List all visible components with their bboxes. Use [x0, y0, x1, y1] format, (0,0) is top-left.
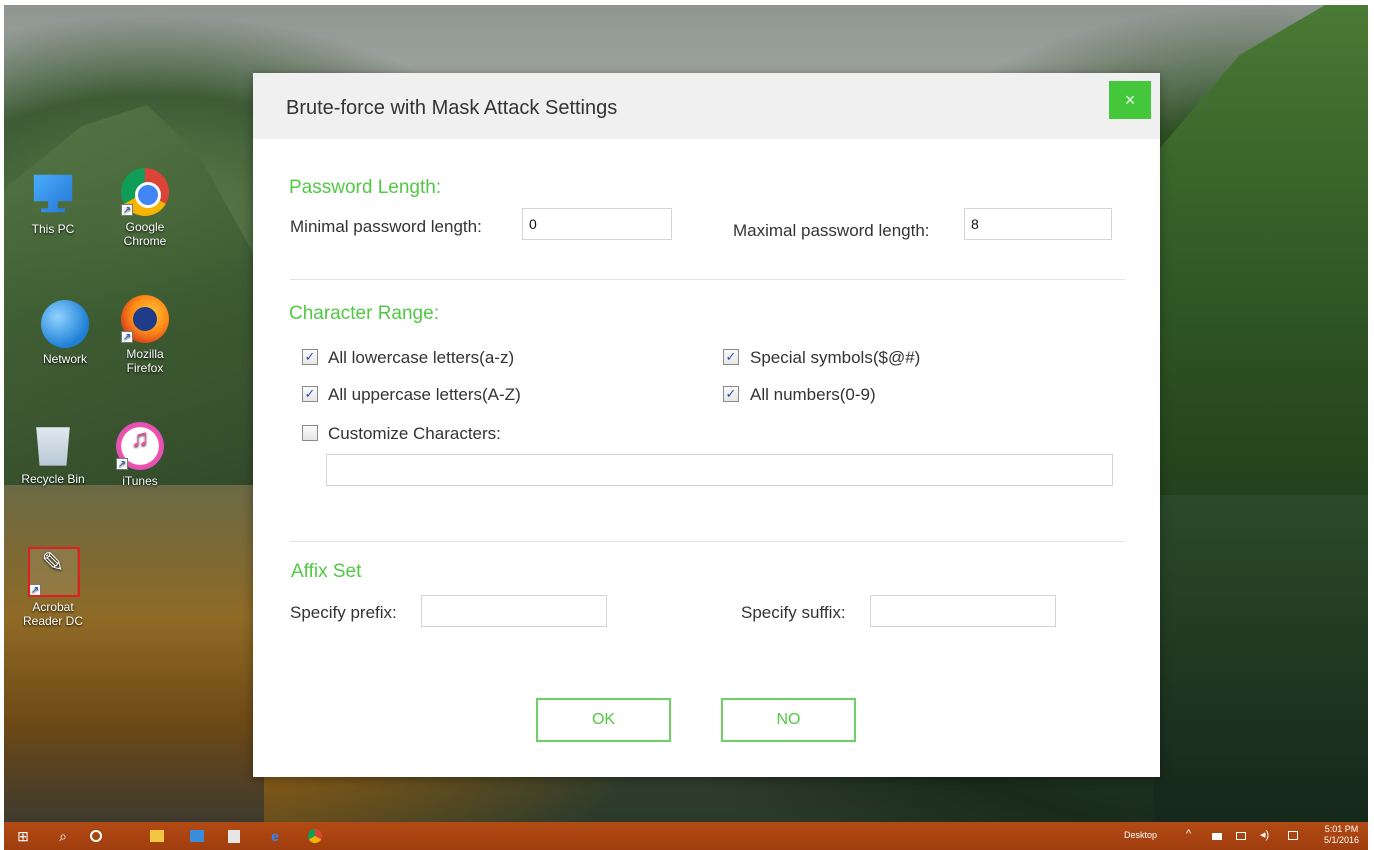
clock-date: 5/1/2016 — [1324, 835, 1360, 845]
chrome-icon: ↗ — [121, 168, 169, 216]
numbers-label: All numbers(0-9) — [750, 385, 876, 404]
dialog-title: Brute-force with Mask Attack Settings — [286, 97, 618, 119]
password-length-title: Password Length: — [289, 177, 442, 198]
desktop-icon-label: This PC — [31, 222, 75, 236]
file-explorer-icon[interactable] — [150, 830, 164, 842]
min-length-input[interactable] — [522, 208, 672, 240]
suffix-input[interactable] — [870, 595, 1056, 627]
wallpaper-mountain-right — [1154, 5, 1368, 505]
chevron-up-icon[interactable]: ^ — [1186, 828, 1191, 840]
numbers-checkbox[interactable]: ✓ — [723, 386, 739, 402]
clock-time: 5:01 PM — [1324, 824, 1359, 834]
affix-set-title: Affix Set — [291, 561, 362, 582]
desktop-icon-network[interactable]: Network — [30, 300, 100, 366]
search-icon[interactable]: ⌕ — [54, 827, 72, 845]
wallpaper-shore-left — [4, 485, 264, 822]
taskbar: ⊞ ⌕ e Desktop ^ ◂) 5:01 PM 5/1/2016 — [4, 822, 1368, 850]
prefix-label: Specify prefix: — [290, 603, 397, 622]
network-icon — [41, 300, 89, 348]
desktop-icon-label: Google Chrome — [123, 220, 167, 248]
desktop-icon-this-pc[interactable]: This PC — [18, 170, 88, 236]
desktop-icon-recycle-bin[interactable]: Recycle Bin — [18, 420, 88, 486]
acrobat-selection-highlight — [28, 547, 80, 597]
shortcut-arrow-icon: ↗ — [116, 458, 128, 470]
pc-icon — [33, 174, 73, 213]
edge-icon[interactable]: e — [266, 827, 284, 845]
media-icon[interactable] — [190, 830, 204, 842]
close-button[interactable]: × — [1109, 81, 1151, 119]
max-length-input[interactable] — [964, 208, 1112, 240]
section-divider — [290, 279, 1125, 280]
lowercase-checkbox[interactable]: ✓ — [302, 349, 318, 365]
desktop-icon-label: iTunes — [122, 474, 158, 488]
network-tray-icon[interactable] — [1236, 832, 1246, 840]
desktop-toolbar-label[interactable]: Desktop — [1124, 830, 1157, 840]
desktop-icon-itunes[interactable]: ↗ iTunes — [105, 422, 175, 488]
special-symbols-label: Special symbols($@#) — [750, 348, 921, 367]
custom-characters-input[interactable] — [326, 454, 1113, 486]
no-button[interactable]: NO — [721, 698, 856, 742]
section-divider — [290, 541, 1125, 542]
customize-checkbox[interactable] — [302, 425, 318, 441]
desktop-icon-label: Recycle Bin — [21, 472, 85, 486]
max-length-label: Maximal password length: — [733, 221, 930, 240]
notifications-icon[interactable] — [1288, 831, 1298, 840]
shortcut-arrow-icon: ↗ — [121, 331, 133, 343]
prefix-input[interactable] — [421, 595, 607, 627]
dialog-header: Brute-force with Mask Attack Settings × — [253, 73, 1160, 139]
desktop-icon-mozilla-firefox[interactable]: ↗ Mozilla Firefox — [110, 295, 180, 375]
chrome-taskbar-icon[interactable] — [308, 829, 322, 843]
desktop-icon-label: Network — [42, 352, 87, 366]
min-length-label: Minimal password length: — [290, 217, 482, 236]
start-icon[interactable]: ⊞ — [14, 827, 32, 845]
task-view-icon[interactable] — [90, 830, 102, 842]
desktop-icon-google-chrome[interactable]: ↗ Google Chrome — [110, 168, 180, 248]
lowercase-label: All lowercase letters(a-z) — [328, 348, 515, 367]
firefox-icon: ↗ — [121, 295, 169, 343]
desktop-icon-label: Acrobat Reader DC — [22, 600, 84, 628]
mask-attack-settings-dialog: Brute-force with Mask Attack Settings × … — [253, 73, 1160, 777]
wallpaper-water-right — [1154, 495, 1368, 822]
customize-label: Customize Characters: — [328, 424, 501, 443]
uppercase-checkbox[interactable]: ✓ — [302, 386, 318, 402]
special-symbols-checkbox[interactable]: ✓ — [723, 349, 739, 365]
suffix-label: Specify suffix: — [741, 603, 846, 622]
volume-icon[interactable]: ◂) — [1260, 828, 1269, 841]
character-range-title: Character Range: — [289, 303, 439, 324]
recycle-bin-icon — [36, 427, 70, 466]
desktop-icon-label: Mozilla Firefox — [126, 347, 164, 375]
store-icon[interactable] — [228, 830, 240, 843]
shortcut-arrow-icon: ↗ — [121, 204, 133, 216]
battery-icon[interactable] — [1212, 833, 1222, 840]
uppercase-label: All uppercase letters(A-Z) — [328, 385, 521, 404]
ok-button[interactable]: OK — [536, 698, 671, 742]
itunes-icon: ↗ — [116, 422, 164, 470]
clock[interactable]: 5:01 PM 5/1/2016 — [1324, 824, 1359, 846]
